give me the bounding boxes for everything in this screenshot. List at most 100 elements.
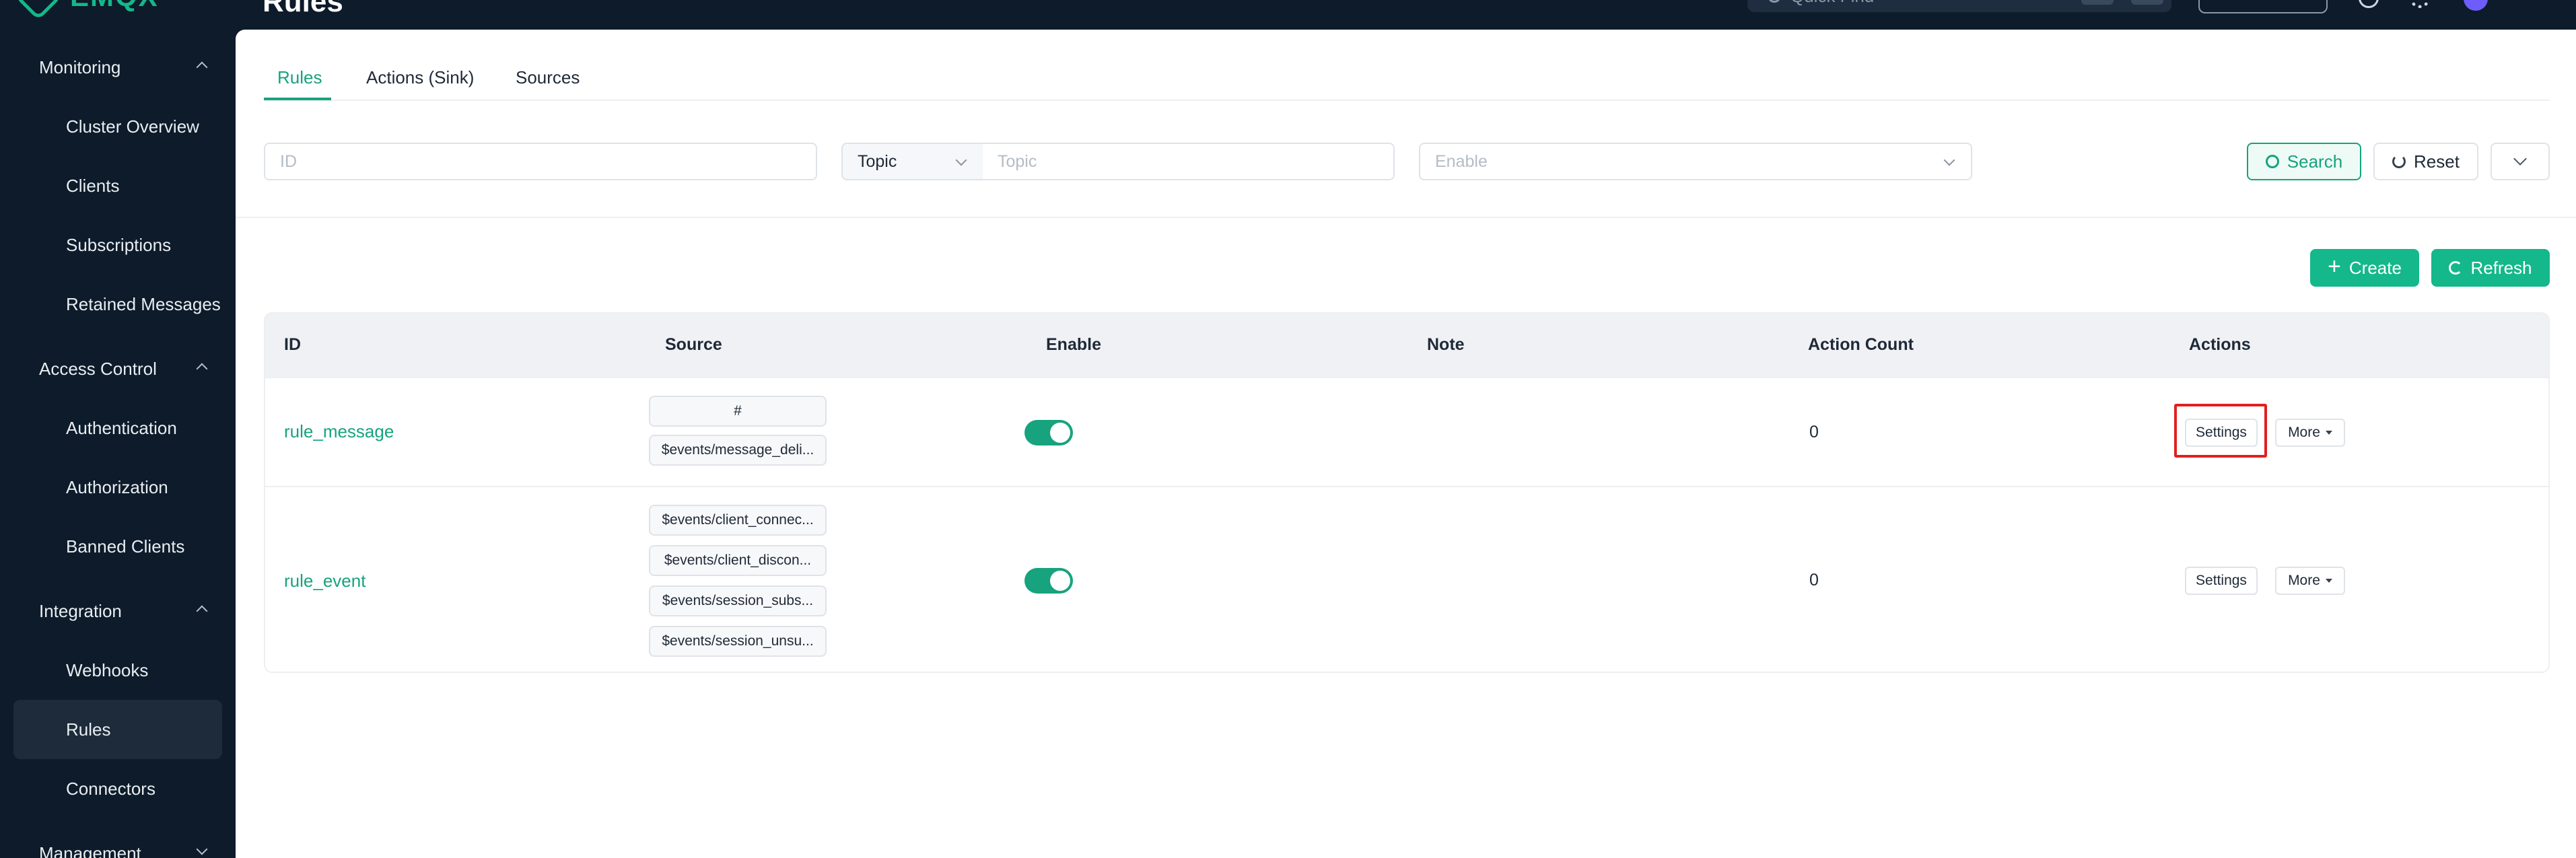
- chevron-down-icon: [1943, 154, 1955, 166]
- shortcut-key-badge: [2131, 0, 2163, 5]
- sidebar: Monitoring Cluster Overview Clients Subs…: [0, 30, 236, 858]
- main-panel: Rules Actions (Sink) Sources ID Topic To…: [236, 30, 2576, 858]
- tab-actions-sink[interactable]: Actions (Sink): [366, 67, 474, 88]
- reset-button-label: Reset: [2414, 151, 2460, 172]
- enable-filter-placeholder: Enable: [1435, 151, 1488, 171]
- sidebar-item-label: Authentication: [66, 417, 177, 438]
- chevron-down-icon: [955, 154, 967, 166]
- action-count: 0: [1809, 571, 1819, 589]
- reset-icon: [2392, 155, 2406, 168]
- rule-id-link[interactable]: rule_message: [284, 421, 394, 442]
- sidebar-item-connectors[interactable]: Connectors: [13, 759, 222, 818]
- rule-id-link[interactable]: rule_event: [284, 571, 365, 592]
- chevron-up-icon: [196, 605, 208, 617]
- source-tag: $events/client_connec...: [649, 505, 827, 536]
- settings-button[interactable]: Settings: [2185, 567, 2258, 595]
- sidebar-item-authorization[interactable]: Authorization: [13, 458, 222, 517]
- sidebar-item-label: Connectors: [66, 778, 155, 799]
- sidebar-item-label: Rules: [66, 719, 111, 740]
- tab-rules[interactable]: Rules: [277, 67, 322, 88]
- refresh-button-label: Refresh: [2470, 257, 2532, 278]
- plus-icon: +: [2328, 254, 2341, 279]
- action-count: 0: [1809, 423, 1819, 441]
- quick-find-input[interactable]: Quick Find: [1747, 0, 2171, 12]
- tab-sources[interactable]: Sources: [516, 67, 580, 88]
- logo-text: EMQX: [70, 0, 159, 13]
- search-button[interactable]: Search: [2247, 143, 2361, 180]
- column-header-source: Source: [665, 335, 722, 354]
- sidebar-item-cluster-overview[interactable]: Cluster Overview: [13, 97, 222, 156]
- toggle-knob: [1050, 571, 1070, 591]
- gear-icon[interactable]: [2410, 0, 2430, 8]
- topic-type-value: Topic: [858, 151, 897, 171]
- topic-type-select[interactable]: Topic: [841, 143, 984, 180]
- sidebar-group-management[interactable]: Management: [0, 824, 236, 858]
- sidebar-item-authentication[interactable]: Authentication: [13, 398, 222, 458]
- column-header-enable: Enable: [1046, 335, 1101, 354]
- topic-filter-input[interactable]: Topic: [983, 143, 1395, 180]
- column-header-id: ID: [284, 335, 301, 354]
- sidebar-item-label: Authorization: [66, 476, 168, 497]
- sidebar-item-retained-messages[interactable]: Retained Messages: [13, 275, 222, 334]
- id-filter-placeholder: ID: [280, 151, 297, 171]
- search-button-label: Search: [2287, 151, 2343, 172]
- source-tag: $events/message_deli...: [649, 435, 827, 466]
- table-row: rule_event $events/client_connec... $eve…: [265, 486, 2548, 672]
- avatar[interactable]: [2464, 0, 2488, 11]
- source-tag: #: [649, 396, 827, 427]
- create-button[interactable]: + Create: [2310, 249, 2419, 287]
- active-tab-indicator: [264, 98, 331, 100]
- id-filter-input[interactable]: ID: [264, 143, 817, 180]
- caret-down-icon: [2325, 579, 2332, 583]
- refresh-icon: [2449, 261, 2463, 275]
- create-button-label: Create: [2348, 257, 2402, 278]
- tab-bar: Rules Actions (Sink) Sources: [264, 30, 2550, 101]
- column-header-actions: Actions: [2189, 335, 2251, 354]
- source-tag: $events/session_subs...: [649, 585, 827, 616]
- search-icon: [1768, 0, 1781, 3]
- topic-filter-placeholder: Topic: [998, 151, 1037, 171]
- source-tag: $events/session_unsu...: [649, 626, 827, 657]
- chevron-down-icon: [196, 843, 208, 855]
- source-tag: $events/client_discon...: [649, 545, 827, 576]
- more-button-label: More: [2288, 573, 2320, 588]
- enable-filter-select[interactable]: Enable: [1419, 143, 1972, 180]
- more-dropdown-button[interactable]: More: [2275, 567, 2345, 595]
- column-header-note: Note: [1427, 335, 1465, 354]
- rules-table: ID Source Enable Note Action Count Actio…: [264, 312, 2550, 673]
- sidebar-group-monitoring[interactable]: Monitoring: [0, 38, 236, 97]
- language-select[interactable]: [2198, 0, 2328, 13]
- sidebar-item-label: Banned Clients: [66, 536, 185, 557]
- refresh-button[interactable]: Refresh: [2431, 249, 2550, 287]
- sidebar-item-clients[interactable]: Clients: [13, 156, 222, 215]
- column-header-action-count: Action Count: [1808, 335, 1914, 354]
- enable-toggle[interactable]: [1024, 568, 1073, 594]
- reset-button[interactable]: Reset: [2373, 143, 2478, 180]
- chevron-up-icon: [196, 363, 208, 375]
- logo[interactable]: EMQX: [14, 0, 159, 21]
- expand-filters-button[interactable]: [2491, 143, 2550, 180]
- toggle-knob: [1050, 423, 1070, 443]
- sidebar-item-label: Subscriptions: [66, 234, 172, 255]
- caret-down-icon: [2325, 431, 2332, 435]
- help-icon[interactable]: [2359, 0, 2379, 8]
- sidebar-group-integration[interactable]: Integration: [0, 581, 236, 641]
- sidebar-item-webhooks[interactable]: Webhooks: [13, 641, 222, 700]
- sidebar-group-label: Access Control: [39, 358, 157, 379]
- sidebar-group-access-control[interactable]: Access Control: [0, 339, 236, 398]
- highlight-box: [2174, 404, 2267, 458]
- shortcut-key-badge: [2081, 0, 2114, 5]
- sidebar-item-banned-clients[interactable]: Banned Clients: [13, 517, 222, 576]
- section-divider: [236, 217, 2576, 218]
- chevron-down-icon: [2513, 152, 2527, 166]
- emqx-logo-icon: [14, 0, 63, 21]
- search-icon: [2265, 155, 2279, 168]
- sidebar-item-rules[interactable]: Rules: [13, 700, 222, 759]
- more-dropdown-button[interactable]: More: [2275, 419, 2345, 447]
- sidebar-group-label: Management: [39, 843, 141, 858]
- sidebar-group-label: Integration: [39, 600, 122, 621]
- top-header: EMQX Rules Quick Find: [0, 0, 2576, 30]
- sidebar-item-label: Retained Messages: [66, 293, 221, 314]
- sidebar-item-subscriptions[interactable]: Subscriptions: [13, 215, 222, 275]
- enable-toggle[interactable]: [1024, 420, 1073, 445]
